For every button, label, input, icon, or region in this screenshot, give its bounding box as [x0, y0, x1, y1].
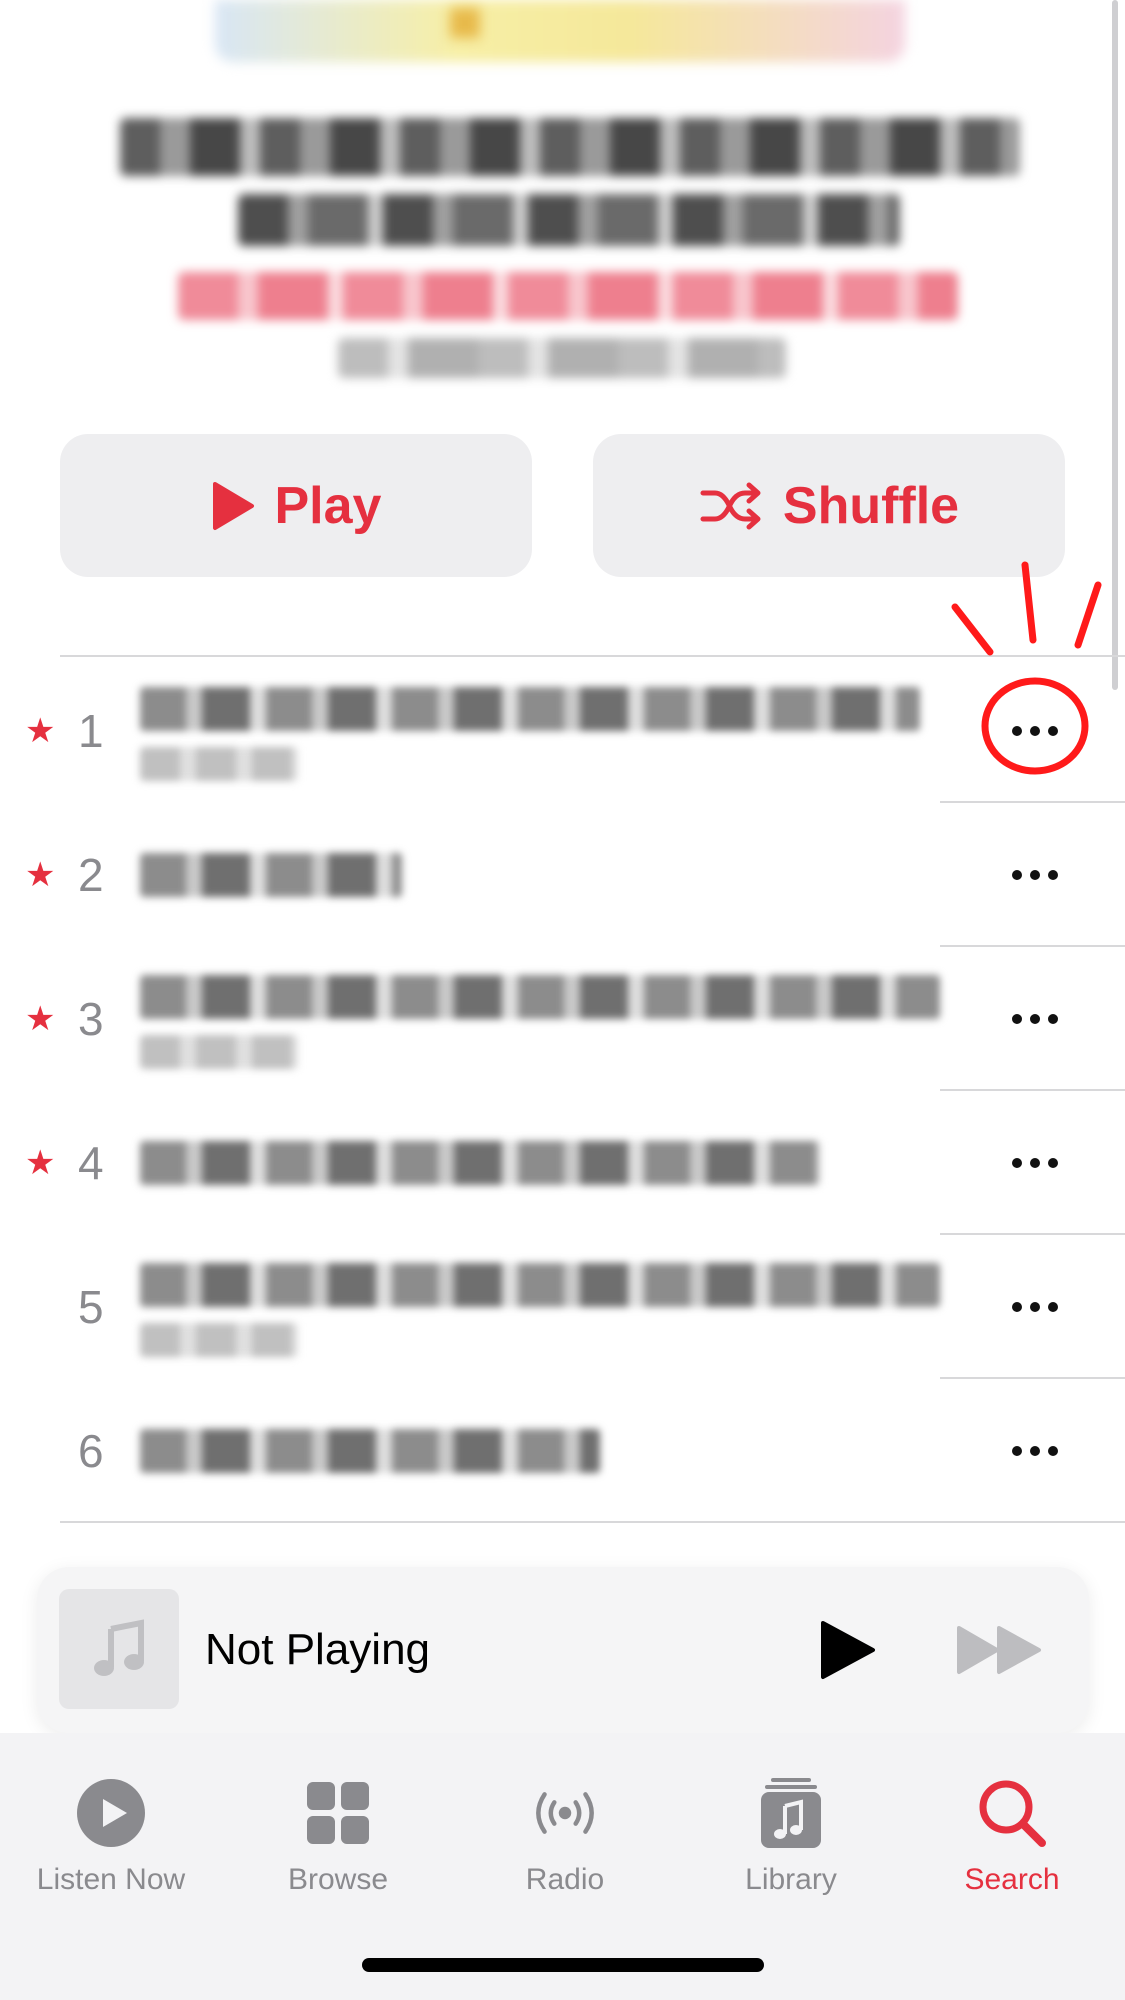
favorite-star-icon: ★	[25, 1144, 56, 1182]
track-title-redacted	[140, 1141, 820, 1185]
scrollbar[interactable]	[1112, 0, 1118, 690]
mini-play-icon[interactable]	[817, 1619, 877, 1681]
track-subtitle-redacted	[140, 747, 298, 781]
track-subtitle-redacted	[140, 1323, 298, 1357]
album-artwork-detail	[450, 8, 480, 38]
track-number: 3	[78, 993, 104, 1045]
now-playing-status: Not Playing	[205, 1625, 431, 1674]
tab-radio[interactable]: Radio	[465, 1773, 665, 1897]
listen-now-icon	[77, 1779, 145, 1847]
radio-icon	[536, 1792, 594, 1834]
album-meta-redacted	[338, 338, 786, 378]
track-row-4[interactable]: ★ 4	[0, 1091, 1125, 1235]
track-row-6[interactable]: 6	[0, 1379, 1125, 1523]
tab-label: Library	[745, 1863, 837, 1896]
shuffle-button[interactable]: Shuffle	[593, 434, 1065, 577]
track-title-redacted	[140, 1263, 940, 1307]
fast-forward-icon[interactable]	[955, 1624, 1043, 1676]
tab-label: Browse	[287, 1863, 389, 1896]
track-row-3[interactable]: ★ 3	[0, 947, 1125, 1091]
tab-browse[interactable]: Browse	[238, 1773, 438, 1897]
track-number: 1	[78, 705, 104, 757]
track-more-button[interactable]	[985, 1421, 1085, 1481]
tab-search[interactable]: Search	[912, 1773, 1112, 1897]
track-title-redacted	[140, 853, 402, 897]
shuffle-icon	[700, 482, 761, 529]
track-subtitle-redacted	[140, 1035, 298, 1069]
track-row-5[interactable]: 5	[0, 1235, 1125, 1379]
track-more-button[interactable]	[985, 989, 1085, 1049]
track-title-redacted	[140, 975, 940, 1019]
track-number: 6	[78, 1425, 104, 1477]
track-number: 5	[78, 1281, 104, 1333]
tab-label: Search	[964, 1863, 1060, 1896]
track-more-button[interactable]	[985, 845, 1085, 905]
track-number: 4	[78, 1137, 104, 1189]
play-button[interactable]: Play	[60, 434, 532, 577]
mini-player-artwork	[59, 1589, 179, 1709]
favorite-star-icon: ★	[25, 856, 56, 894]
home-indicator[interactable]	[362, 1958, 764, 1972]
list-divider	[60, 655, 1125, 657]
track-more-button[interactable]	[985, 1277, 1085, 1337]
track-more-button[interactable]	[985, 701, 1085, 761]
album-artist-redacted[interactable]	[178, 272, 958, 320]
track-row-1[interactable]: ★ 1	[0, 659, 1125, 803]
play-label: Play	[274, 476, 382, 535]
tab-library[interactable]: Library	[691, 1773, 891, 1897]
track-more-button[interactable]	[985, 1133, 1085, 1193]
mini-player[interactable]: Not Playing	[37, 1567, 1089, 1733]
track-title-redacted	[140, 687, 920, 731]
favorite-star-icon: ★	[25, 1000, 56, 1038]
track-row-2[interactable]: ★ 2	[0, 803, 1125, 947]
track-number: 2	[78, 849, 104, 901]
library-icon	[761, 1778, 821, 1848]
track-title-redacted	[140, 1429, 600, 1473]
tab-label: Listen Now	[36, 1863, 186, 1896]
album-artwork	[215, 0, 905, 62]
browse-icon	[307, 1782, 369, 1844]
music-note-icon	[94, 1619, 144, 1676]
album-title-line2-redacted	[238, 194, 900, 246]
row-divider	[60, 1521, 1125, 1523]
favorite-star-icon: ★	[25, 712, 56, 750]
tab-label: Radio	[525, 1863, 605, 1896]
shuffle-label: Shuffle	[782, 476, 960, 535]
search-icon	[979, 1780, 1046, 1847]
album-title-line1-redacted	[120, 118, 1020, 176]
play-icon	[212, 481, 254, 530]
tab-listen-now[interactable]: Listen Now	[11, 1773, 211, 1897]
